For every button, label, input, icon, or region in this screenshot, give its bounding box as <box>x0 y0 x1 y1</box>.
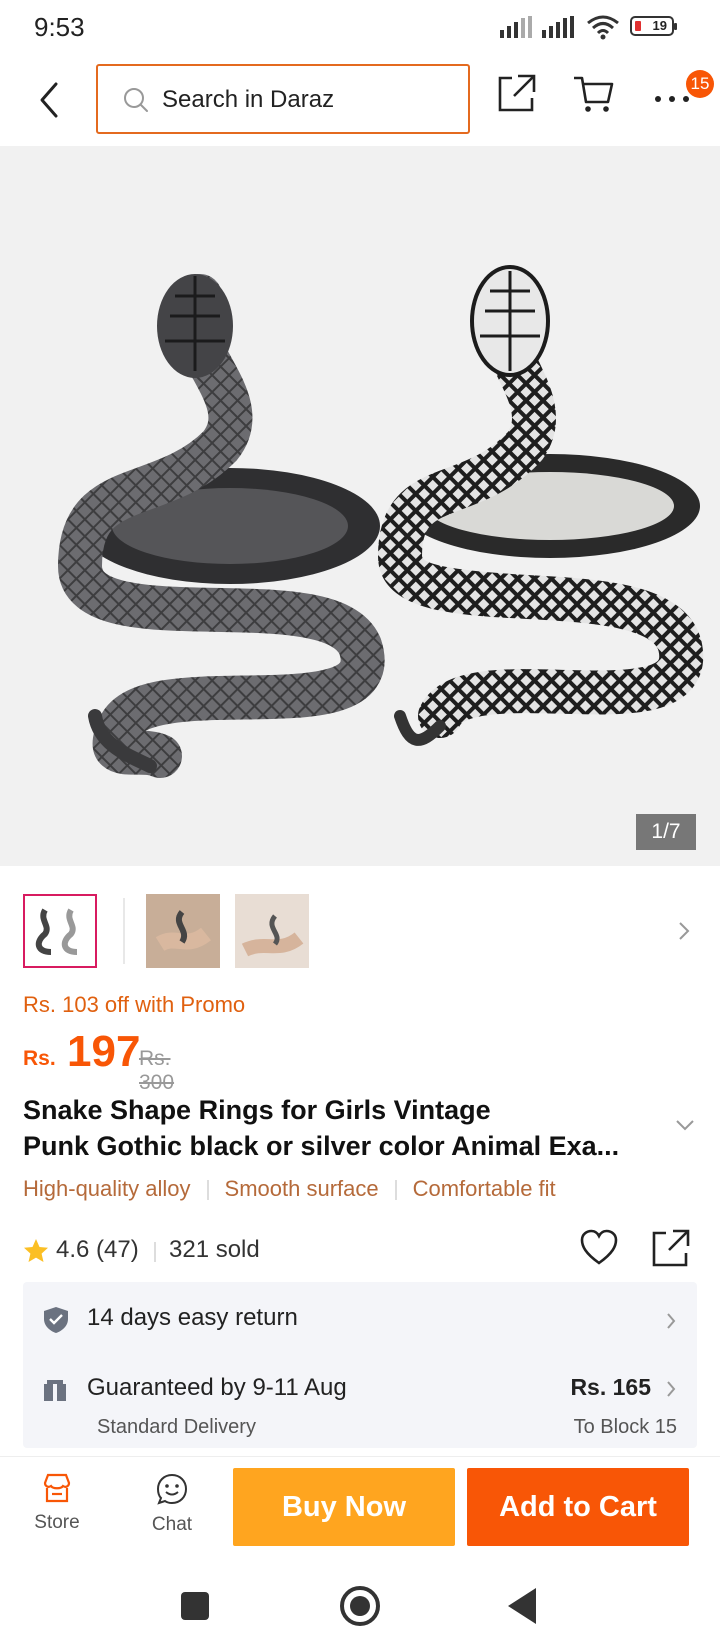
status-time: 9:53 <box>34 12 85 42</box>
share-icon[interactable] <box>651 1228 691 1268</box>
top-header: Search in Daraz 15 <box>0 54 720 146</box>
feature-tag: Smooth surface <box>224 1176 379 1201</box>
chevron-down-icon[interactable] <box>674 1118 696 1132</box>
add-to-cart-button[interactable]: Add to Cart <box>467 1468 689 1546</box>
cart-icon[interactable] <box>572 72 616 114</box>
price-value: 197 <box>67 1027 141 1076</box>
star-icon <box>24 1239 48 1262</box>
product-title-line-2: Punk Gothic black or silver color Animal… <box>23 1131 620 1161</box>
product-title-line-1: Snake Shape Rings for Girls Vintage <box>23 1095 491 1125</box>
wifi-icon <box>587 15 619 40</box>
promo-text: Rs. 103 off with Promo <box>23 992 246 1017</box>
battery-level: 19 <box>652 18 667 33</box>
store-icon <box>43 1473 71 1503</box>
battery-icon: 19 <box>630 16 677 36</box>
chat-label: Chat <box>151 1514 193 1535</box>
chevron-right-icon[interactable] <box>665 1380 677 1398</box>
store-label: Store <box>34 1512 80 1533</box>
return-policy[interactable]: 14 days easy return <box>87 1304 298 1332</box>
feature-tag: High-quality alloy <box>23 1176 191 1201</box>
thumbnail-1[interactable] <box>23 894 97 968</box>
thumbnail-1-image <box>35 908 78 955</box>
buy-now-button[interactable]: Buy Now <box>233 1468 455 1546</box>
feature-tags: High-quality alloy Smooth surface Comforta… <box>23 1176 556 1206</box>
cell-signal-icon-2 <box>542 16 574 38</box>
delivery-location: To Block 15 <box>573 1416 677 1438</box>
chevron-right-icon[interactable] <box>676 920 692 942</box>
product-title[interactable]: Snake Shape Rings for Girls Vintage Punk… <box>23 1092 663 1164</box>
search-icon <box>124 88 148 112</box>
delivery-type: Standard Delivery <box>97 1416 256 1438</box>
package-icon <box>44 1380 66 1401</box>
divider <box>154 1242 156 1262</box>
chat-icon <box>156 1473 188 1505</box>
dark-snake-ring <box>57 274 385 778</box>
status-bar: 9:53 19 <box>0 0 720 54</box>
service-info-panel: 14 days easy return Guaranteed by 9-11 A… <box>23 1282 697 1448</box>
silver-snake-ring <box>377 265 704 746</box>
shield-check-icon <box>44 1307 68 1333</box>
system-navigation-bar <box>0 1560 720 1650</box>
back-arrow-icon[interactable] <box>30 76 70 124</box>
original-price: Rs. 300 <box>139 1047 175 1094</box>
search-input[interactable]: Search in Daraz <box>96 64 470 134</box>
thumbnail-2-image <box>146 894 220 968</box>
delivery-price: Rs. 165 <box>570 1374 651 1400</box>
thumbnail-divider <box>123 898 125 964</box>
image-counter: 1/7 <box>636 814 696 850</box>
cell-signal-icon <box>500 16 532 38</box>
chevron-right-icon[interactable] <box>665 1312 677 1330</box>
thumbnail-3-image <box>235 894 309 968</box>
feature-tag: Comfortable fit <box>412 1176 556 1201</box>
search-placeholder: Search in Daraz <box>162 86 335 113</box>
system-back-button[interactable] <box>508 1588 536 1624</box>
delivery-guarantee[interactable]: Guaranteed by 9-11 Aug <box>87 1374 347 1402</box>
price-currency: Rs. <box>23 1047 56 1070</box>
store-button[interactable]: Store <box>17 1473 97 1534</box>
sold-count: 321 sold <box>169 1236 260 1263</box>
notification-badge: 15 <box>686 70 714 98</box>
home-button[interactable] <box>340 1586 380 1626</box>
heart-icon[interactable] <box>579 1228 619 1268</box>
recents-button[interactable] <box>181 1592 209 1620</box>
share-icon[interactable] <box>496 72 538 114</box>
bottom-action-bar: Store Chat Buy Now Add to Cart <box>0 1456 720 1560</box>
thumbnail-3[interactable] <box>235 894 309 968</box>
rating-row: 4.6 (47) 321 sold <box>23 1229 703 1272</box>
rating-value[interactable]: 4.6 (47) <box>56 1236 139 1264</box>
product-image-gallery[interactable]: 1/7 <box>0 146 720 866</box>
thumbnail-strip <box>0 884 720 974</box>
product-image <box>57 265 704 778</box>
thumbnail-2[interactable] <box>146 894 220 968</box>
chat-button[interactable]: Chat <box>132 1473 212 1536</box>
